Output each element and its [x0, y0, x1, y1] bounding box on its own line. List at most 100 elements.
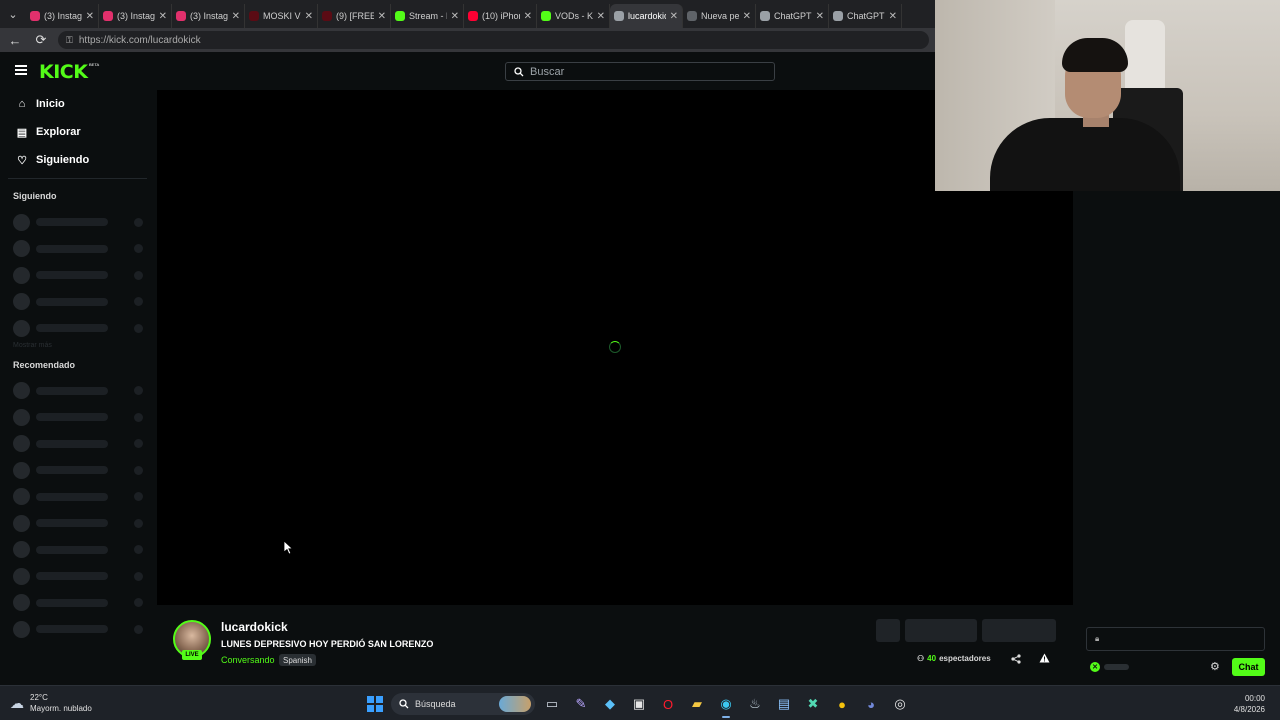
tab-label: ChatGPT — [774, 11, 812, 21]
action-button-placeholder — [905, 619, 977, 642]
weather-widget[interactable]: ☁ 22°C Mayorm. nublado — [10, 692, 92, 714]
browser-tab[interactable]: (3) Instagram ✕ — [99, 4, 172, 28]
chat-panel — [1073, 190, 1280, 685]
recommended-section-title: Recomendado — [13, 359, 76, 370]
address-bar[interactable]: ⚿ https://kick.com/lucardokick — [58, 31, 929, 49]
file-explorer-icon[interactable]: ▰ — [685, 692, 709, 716]
screen: ⌄ (3) Instagram✕(3) Instagram✕(3) Instag… — [0, 0, 1280, 720]
instagram-icon — [30, 11, 40, 21]
close-tab-icon[interactable]: ✕ — [451, 11, 459, 22]
tab-label: VODs - K — [555, 11, 593, 21]
stream-info: LIVE lucardokick LUNES DEPRESIVO HOY PER… — [157, 605, 1073, 685]
stream-category[interactable]: Conversando — [221, 655, 275, 665]
windows-start-icon[interactable] — [364, 693, 386, 715]
sidebar-nav-inicio[interactable]: ⌂ Inicio — [0, 90, 155, 118]
kick-points-icon[interactable]: ✕ — [1090, 662, 1100, 672]
clock-time: 00:00 — [1244, 694, 1265, 703]
sidebar-nav-siguiendo[interactable]: ♡ Siguiendo — [0, 146, 155, 174]
kick-icon — [395, 11, 405, 21]
tab-search-chevron-icon[interactable]: ⌄ — [0, 0, 26, 28]
sidebar-nav-explorar[interactable]: ▤ Explorar — [0, 118, 155, 146]
close-tab-icon[interactable]: ✕ — [816, 11, 824, 22]
tab-label: (9) [FREE] — [336, 11, 374, 21]
chat-message-input[interactable]: 🔒︎ — [1086, 627, 1265, 651]
show-more-link[interactable]: Mostrar más — [0, 342, 155, 356]
share-icon[interactable] — [1011, 654, 1021, 667]
chat-settings-gear-icon[interactable]: ⚙ — [1210, 660, 1220, 673]
kick-logo[interactable]: KICK — [39, 61, 88, 83]
browser-tab[interactable]: Nueva pe ✕ — [683, 4, 756, 28]
following-channel-placeholder — [0, 209, 155, 236]
browser-tab[interactable]: (10) iPhone ✕ — [464, 4, 537, 28]
clock[interactable]: 00:00 4/8/2026 — [1234, 693, 1265, 715]
following-channel-placeholder — [0, 289, 155, 316]
tab-label: Nueva pe — [701, 11, 739, 21]
close-tab-icon[interactable]: ✕ — [597, 11, 605, 22]
site-info-icon[interactable]: ⚿ — [66, 35, 73, 46]
taskbar-search[interactable]: Búsqueda — [391, 693, 535, 715]
clock-date: 4/8/2026 — [1233, 705, 1265, 714]
browser-tab[interactable]: ChatGPT ✕ — [829, 4, 902, 28]
site-header: KICK BETA Buscar — [0, 52, 935, 90]
edge-browser-icon[interactable]: ◉ — [714, 692, 738, 718]
chrome-icon[interactable]: ● — [830, 692, 854, 716]
following-section-title: Siguiendo — [13, 191, 57, 201]
browser-tab[interactable]: Stream - K ✕ — [391, 4, 464, 28]
close-tab-icon[interactable]: ✕ — [159, 11, 167, 22]
browser-tab[interactable]: VODs - K ✕ — [537, 4, 610, 28]
cloud-icon: ☁ — [10, 694, 24, 711]
viewer-count: ⚇ 40 espectadores — [917, 654, 991, 663]
photos-icon[interactable]: ▤ — [772, 692, 796, 716]
media-app-icon[interactable]: ◎ — [888, 692, 912, 716]
report-icon[interactable] — [1039, 653, 1050, 666]
store-icon[interactable]: ▣ — [627, 692, 651, 716]
taskbar: ☁ 22°C Mayorm. nublado Búsqueda ▭ ✎ ◆ ▣ … — [0, 685, 1280, 720]
following-channel-placeholder — [0, 236, 155, 263]
close-tab-icon[interactable]: ✕ — [378, 11, 386, 22]
browser-tab[interactable]: ChatGPT ✕ — [756, 4, 829, 28]
task-view-icon[interactable]: ▭ — [540, 692, 564, 716]
close-tab-icon[interactable]: ✕ — [524, 11, 532, 22]
browser-tab[interactable]: (3) Instagram ✕ — [172, 4, 245, 28]
chat-send-button[interactable]: Chat — [1232, 658, 1265, 676]
close-tab-icon[interactable]: ✕ — [232, 11, 240, 22]
copilot-icon[interactable]: ◆ — [598, 692, 622, 716]
close-tab-icon[interactable]: ✕ — [670, 11, 678, 22]
browser-toolbar: ← ⟳ ⚿ https://kick.com/lucardokick — [0, 28, 935, 52]
recommended-channel-placeholder — [0, 590, 155, 617]
instagram-icon — [176, 11, 186, 21]
page-icon — [687, 11, 697, 21]
xbox-icon[interactable]: ✖ — [801, 692, 825, 716]
pen-app-icon[interactable]: ✎ — [569, 692, 593, 716]
tab-label: (3) Instagram — [117, 11, 155, 21]
stream-title: LUNES DEPRESIVO HOY PERDIÓ SAN LORENZO — [221, 639, 434, 649]
browser-tab[interactable]: (3) Instagram ✕ — [26, 4, 99, 28]
reload-stop-icon[interactable]: ⟳ — [32, 32, 50, 48]
taskbar-apps: Búsqueda ▭ ✎ ◆ ▣ O ▰ ◉ ♨ ▤ ✖ ● ◕ ◎ — [364, 690, 912, 718]
browser-tab[interactable]: (9) [FREE] ✕ — [318, 4, 391, 28]
discord-icon[interactable]: ◕ — [859, 692, 883, 716]
opera-icon[interactable]: O — [656, 692, 680, 716]
browser-tab[interactable]: MOSKI V ✕ — [245, 4, 318, 28]
recommended-channel-placeholder — [0, 457, 155, 484]
close-tab-icon[interactable]: ✕ — [889, 11, 897, 22]
search-input[interactable]: Buscar — [505, 62, 775, 81]
back-arrow-icon[interactable]: ← — [6, 33, 24, 48]
close-tab-icon[interactable]: ✕ — [743, 11, 751, 22]
home-icon: ⌂ — [18, 98, 26, 110]
steam-icon[interactable]: ♨ — [743, 692, 767, 716]
following-channel-placeholder — [0, 315, 155, 342]
lock-icon: 🔒︎ — [1095, 634, 1100, 643]
channel-name[interactable]: lucardokick — [221, 620, 288, 634]
recommended-channel-placeholder — [0, 537, 155, 564]
menu-icon[interactable] — [15, 65, 27, 75]
loading-spinner-icon — [609, 341, 621, 353]
language-tag[interactable]: Spanish — [279, 654, 316, 666]
loading-icon — [614, 11, 624, 21]
instagram-icon — [103, 11, 113, 21]
temperature: 22°C — [30, 693, 48, 702]
close-tab-icon[interactable]: ✕ — [86, 11, 94, 22]
browser-tab[interactable]: lucardokick ✕ — [610, 4, 683, 28]
close-tab-icon[interactable]: ✕ — [305, 11, 313, 22]
following-channel-placeholder — [0, 262, 155, 289]
